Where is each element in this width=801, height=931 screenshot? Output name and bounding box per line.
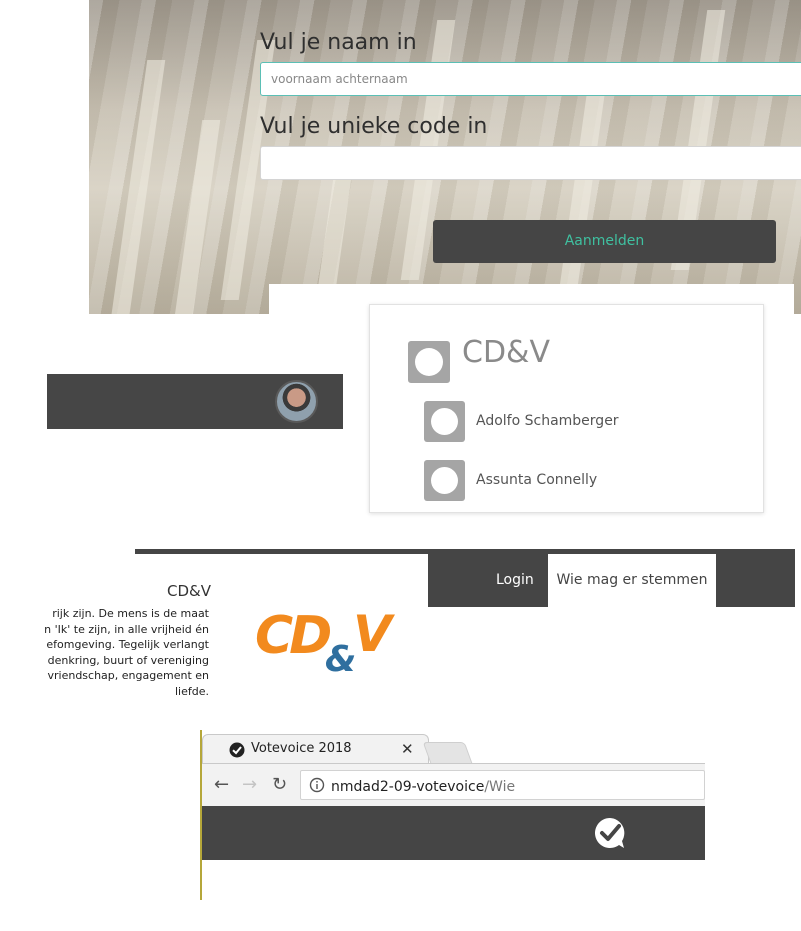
browser-tab[interactable]: Votevoice 2018 ✕	[202, 734, 429, 765]
code-label: Vul je unieke code in	[260, 114, 488, 139]
about-text: rijk zijn. De mens is de maat n 'Ik' te …	[20, 606, 209, 699]
party-card: CD&V Adolfo Schamberger Assunta Connelly	[369, 304, 764, 513]
nav-wie-mag-er-stemmen-tab[interactable]: Wie mag er stemmen	[548, 554, 716, 607]
code-input[interactable]	[260, 146, 801, 180]
candidate-name: Assunta Connelly	[476, 472, 598, 488]
login-button[interactable]: Aanmelden	[433, 220, 776, 263]
about-title: CD&V	[167, 582, 211, 600]
nav-bar: Login Wie mag er stemmen	[428, 554, 795, 607]
close-icon[interactable]: ✕	[401, 740, 414, 758]
cdv-logo: CD V &	[255, 605, 395, 675]
avatar[interactable]	[275, 380, 318, 423]
login-panel: Vul je naam in Vul je unieke code in Aan…	[89, 0, 801, 314]
forward-arrow-icon[interactable]: →	[242, 774, 257, 795]
background-fin	[165, 120, 221, 314]
url-path: /Wie	[484, 779, 516, 795]
circle-icon	[431, 408, 458, 435]
app-header-bar	[202, 806, 705, 860]
header-bar	[47, 374, 343, 429]
circle-icon	[431, 467, 458, 494]
logo-letters-cd: CD	[255, 606, 330, 666]
browser-toolbar: ← → ↻ nmdad2-09-votevoice/Wie	[202, 764, 705, 806]
tab-title: Votevoice 2018	[251, 741, 352, 756]
party-name: CD&V	[462, 335, 550, 370]
party-checkbox-icon[interactable]	[408, 341, 450, 383]
nav-login-link[interactable]: Login	[496, 554, 534, 607]
about-line: n 'Ik' te zijn, in alle vrijheid én	[44, 622, 209, 636]
favicon-check-icon	[229, 742, 245, 758]
url-text: nmdad2-09-votevoice/Wie	[331, 776, 515, 795]
candidate-checkbox-icon[interactable]	[424, 460, 465, 501]
name-input[interactable]	[260, 62, 801, 96]
logo-letter-v: V	[353, 605, 395, 663]
address-bar[interactable]: nmdad2-09-votevoice/Wie	[300, 770, 705, 800]
background-fin	[550, 90, 606, 314]
check-bubble-icon[interactable]	[593, 816, 627, 850]
logo-ampersand: &	[325, 639, 356, 675]
about-line: denkring, buurt of vereniging	[47, 653, 209, 667]
about-line: rijk zijn. De mens is de maat	[52, 607, 209, 620]
back-arrow-icon[interactable]: ←	[214, 774, 229, 795]
candidate-name: Adolfo Schamberger	[476, 413, 619, 429]
reload-icon[interactable]: ↻	[272, 774, 287, 795]
about-line: efomgeving. Tegelijk verlangt	[46, 638, 209, 651]
name-label: Vul je naam in	[260, 30, 417, 55]
circle-icon	[415, 348, 443, 376]
background-fin	[110, 60, 166, 314]
about-line: vriendschap, engagement en	[47, 669, 210, 682]
candidate-checkbox-icon[interactable]	[424, 401, 465, 442]
url-host: nmdad2-09-votevoice	[331, 779, 485, 795]
info-icon[interactable]	[309, 777, 325, 793]
about-line: liefde.	[175, 684, 209, 698]
